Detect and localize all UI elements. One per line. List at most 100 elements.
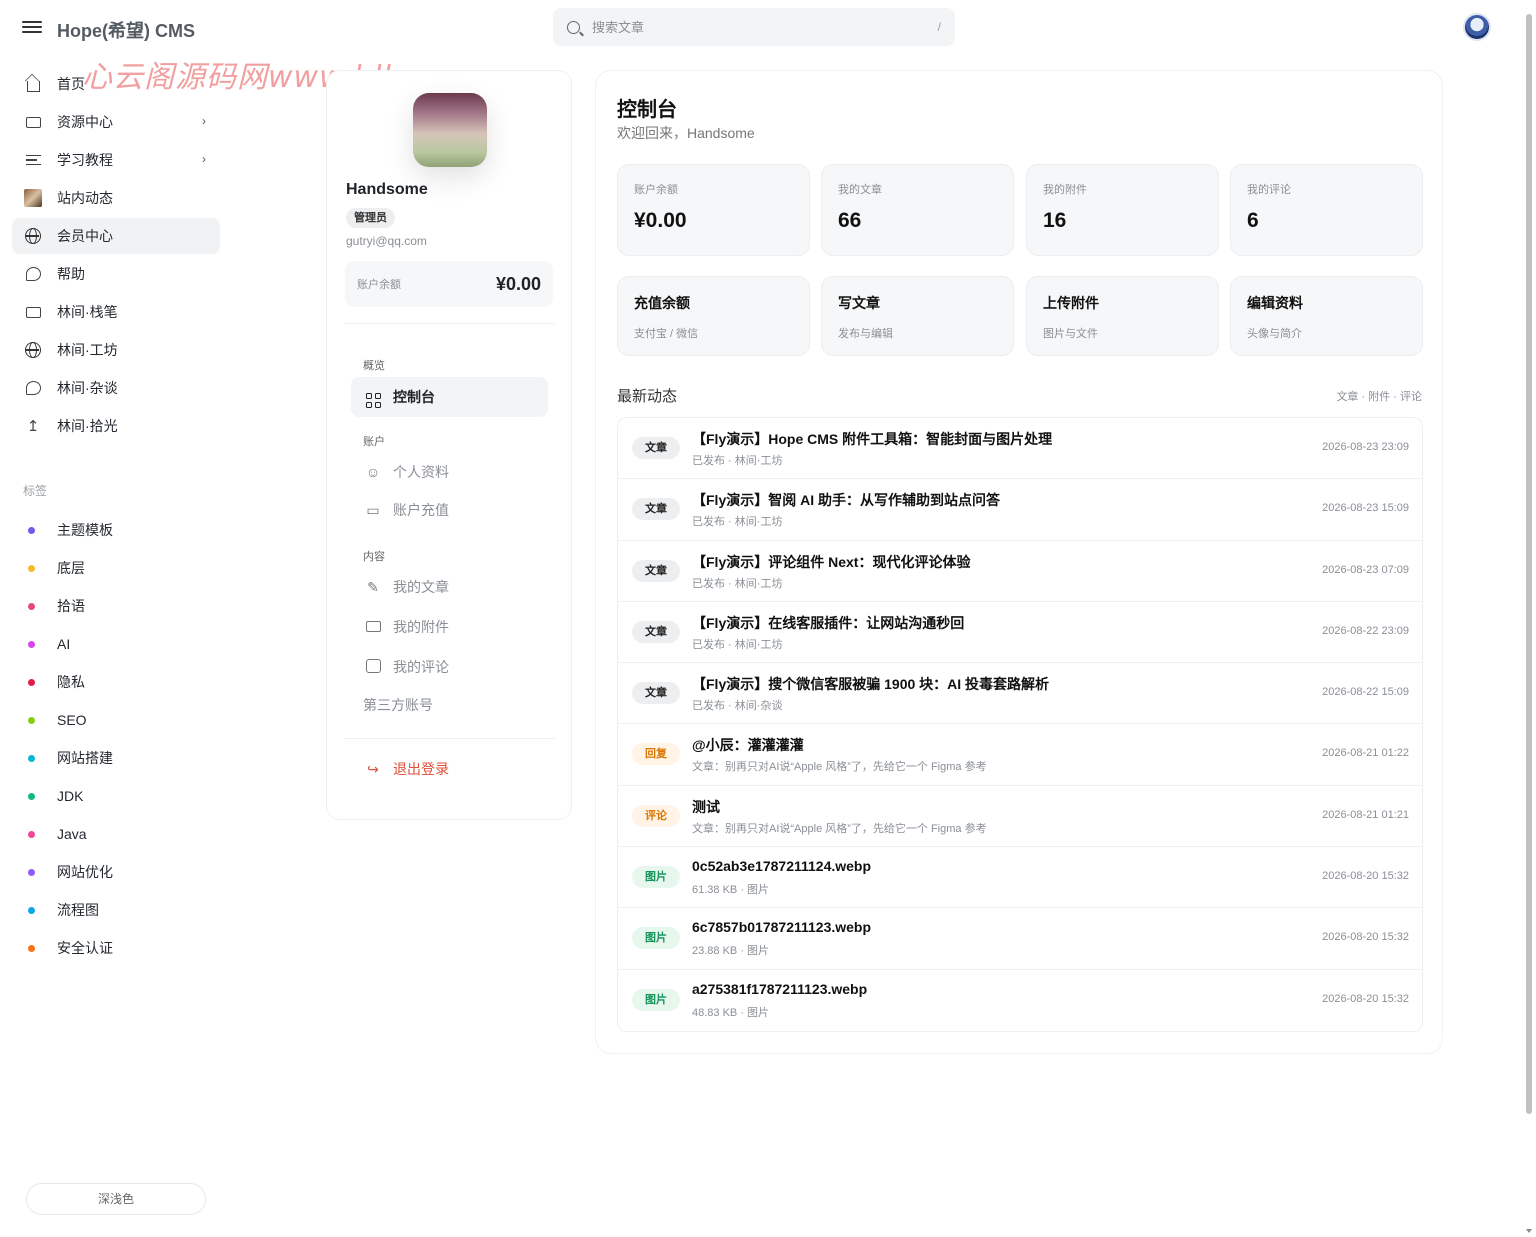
tag-item[interactable]: SEO	[12, 702, 220, 738]
action-recharge-button[interactable]: 充值余额 支付宝 / 微信	[617, 276, 810, 356]
scrollbar-thumb[interactable]	[1526, 14, 1532, 1114]
feed-date: 2026-08-21 01:21	[1322, 808, 1409, 821]
action-title: 编辑资料	[1247, 295, 1303, 311]
search-input[interactable]	[592, 19, 938, 35]
tags-section-label: 标签	[23, 484, 48, 498]
stat-card-attachments: 我的附件 16	[1026, 164, 1219, 256]
tag-item[interactable]: 隐私	[12, 664, 220, 700]
tag-item[interactable]: AI	[12, 626, 220, 662]
upload-icon: ↥	[26, 418, 40, 435]
profile-menu-dashboard[interactable]: 控制台	[351, 377, 548, 417]
tag-dot	[28, 526, 35, 534]
profile-menu-personal-info[interactable]: ☺ 个人资料	[351, 452, 548, 492]
sidebar-item-label: 首页	[57, 76, 85, 92]
feed-row[interactable]: 图片 6c7857b01787211123.webp 23.88 KB · 图片…	[618, 908, 1422, 970]
thumbnail-icon	[24, 189, 42, 207]
action-edit-profile-button[interactable]: 编辑资料 头像与简介	[1230, 276, 1423, 356]
logout-button[interactable]: ↪ 退出登录	[351, 749, 548, 789]
feed-date: 2026-08-20 15:32	[1322, 931, 1409, 944]
tag-dot	[28, 716, 35, 724]
feed-title-text: 【Fly演示】智阅 AI 助手：从写作辅助到站点问答	[692, 492, 1001, 509]
feed-row[interactable]: 文章 【Fly演示】搜个微信客服被骗 1900 块：AI 投毒套路解析 已发布 …	[618, 663, 1422, 725]
search-bar[interactable]: /	[553, 8, 955, 46]
sidebar-item-workshop[interactable]: 林间·工坊	[12, 332, 220, 368]
tag-label: 主题模板	[57, 522, 113, 538]
feed-row[interactable]: 文章 【Fly演示】在线客服插件：让网站沟通秒回 已发布 · 林间·工坊 202…	[618, 602, 1422, 664]
sidebar-item-label: 林间·工坊	[57, 342, 118, 358]
tag-dot	[28, 640, 35, 648]
feed-title-text: 0c52ab3e1787211124.webp	[692, 858, 872, 875]
tag-item[interactable]: 安全认证	[12, 930, 220, 966]
divider	[345, 738, 555, 739]
sidebar-item-label: 林间·拾光	[57, 418, 118, 434]
card-icon: ▭	[366, 501, 380, 518]
tag-item[interactable]: 网站优化	[12, 854, 220, 890]
sidebar-item-moments[interactable]: ↥ 林间·拾光	[12, 408, 220, 444]
page-scrollbar[interactable]	[1522, 0, 1536, 1237]
tag-item[interactable]: 流程图	[12, 892, 220, 928]
logout-icon: ↪	[367, 760, 379, 777]
profile-menu-my-comments[interactable]: 我的评论	[351, 647, 548, 687]
profile-menu-recharge[interactable]: ▭ 账户充值	[351, 490, 548, 530]
sidebar-item-tutorials[interactable]: 学习教程 ›	[12, 142, 220, 178]
profile-menu-my-articles[interactable]: ✎ 我的文章	[351, 567, 548, 607]
feed-date: 2026-08-22 15:09	[1322, 686, 1409, 699]
feed-row[interactable]: 文章 【Fly演示】智阅 AI 助手：从写作辅助到站点问答 已发布 · 林间·工…	[618, 479, 1422, 541]
feed-title-text: 测试	[692, 798, 720, 815]
user-icon: ☺	[365, 464, 381, 480]
sidebar-item-help[interactable]: 帮助	[12, 256, 220, 292]
tag-item[interactable]: JDK	[12, 778, 220, 814]
chat-icon	[24, 379, 42, 397]
tag-item[interactable]: Java	[12, 816, 220, 852]
profile-menu-my-attachments[interactable]: 我的附件	[351, 607, 548, 647]
scroll-down-arrow[interactable]	[1526, 1229, 1532, 1233]
menu-toggle-button[interactable]	[22, 18, 42, 36]
menu-label: 第三方账号	[363, 697, 433, 713]
type-badge: 文章	[632, 498, 680, 521]
feed-row[interactable]: 文章 【Fly演示】Hope CMS 附件工具箱：智能封面与图片处理 已发布 ·…	[618, 418, 1422, 480]
tag-label: AI	[57, 636, 71, 652]
tag-item[interactable]: 底层	[12, 550, 220, 586]
sidebar-nav: 首页 资源中心 › 学习教程 › 站内动态 会员中心 帮助 林间·栈笔 林间·工…	[12, 66, 220, 446]
tag-item[interactable]: 网站搭建	[12, 740, 220, 776]
feed-row[interactable]: 图片 0c52ab3e1787211124.webp 61.38 KB · 图片…	[618, 847, 1422, 909]
role-badge: 管理员	[346, 208, 395, 228]
feed-row[interactable]: 图片 a275381f1787211123.webp 48.83 KB · 图片…	[618, 970, 1422, 1031]
search-icon	[567, 20, 580, 34]
dashboard-panel: 控制台 欢迎回来，Handsome 账户余额 ¥0.00 我的文章 66 我的附…	[595, 70, 1443, 1054]
tag-dot	[28, 754, 35, 762]
home-icon	[24, 75, 42, 93]
sidebar-item-home[interactable]: 首页	[12, 66, 220, 102]
sidebar-item-site-news[interactable]: 站内动态	[12, 180, 220, 216]
action-upload-attachment-button[interactable]: 上传附件 图片与文件	[1026, 276, 1219, 356]
theme-toggle-button[interactable]: 深浅色	[26, 1183, 206, 1215]
stat-label: 我的附件	[1043, 184, 1087, 196]
welcome-text: 欢迎回来，Handsome	[617, 125, 755, 141]
feed-filter: 文章 · 附件 · 评论	[1336, 391, 1422, 403]
sidebar-item-notes[interactable]: 林间·栈笔	[12, 294, 220, 330]
profile-menu-third-party[interactable]: 第三方账号	[351, 685, 548, 725]
user-avatar-button[interactable]	[1463, 13, 1491, 41]
menu-label: 我的文章	[393, 579, 449, 595]
section-label-account: 账户	[363, 436, 385, 448]
brand-title[interactable]: Hope(希望) CMS	[57, 17, 195, 43]
comment-icon	[365, 658, 381, 676]
profile-avatar[interactable]	[413, 93, 487, 167]
sidebar-item-talk[interactable]: 林间·杂谈	[12, 370, 220, 406]
profile-email: gutryi@qq.com	[346, 234, 427, 248]
feed-meta: 已发布 · 林间·工坊	[692, 455, 783, 467]
feed-row[interactable]: 回复 @小辰：灌灌灌灌 文章：别再只对AI说“Apple 风格”了，先给它一个 …	[618, 724, 1422, 786]
feed-row[interactable]: 文章 【Fly演示】评论组件 Next：现代化评论体验 已发布 · 林间·工坊 …	[618, 541, 1422, 602]
action-write-article-button[interactable]: 写文章 发布与编辑	[821, 276, 1014, 356]
feed-meta: 已发布 · 林间·工坊	[692, 638, 783, 651]
action-sub: 发布与编辑	[838, 328, 893, 340]
menu-label: 账户充值	[393, 502, 449, 518]
feed-row[interactable]: 评论 测试 文章：别再只对AI说“Apple 风格”了，先给它一个 Figma …	[618, 786, 1422, 848]
sidebar-item-resources[interactable]: 资源中心 ›	[12, 104, 220, 140]
tag-dot	[28, 678, 35, 686]
profile-name: Handsome	[346, 181, 428, 198]
folder-icon	[24, 303, 42, 321]
tag-item[interactable]: 主题模板	[12, 512, 220, 548]
sidebar-item-member-center[interactable]: 会员中心	[12, 218, 220, 254]
tag-item[interactable]: 拾语	[12, 588, 220, 624]
